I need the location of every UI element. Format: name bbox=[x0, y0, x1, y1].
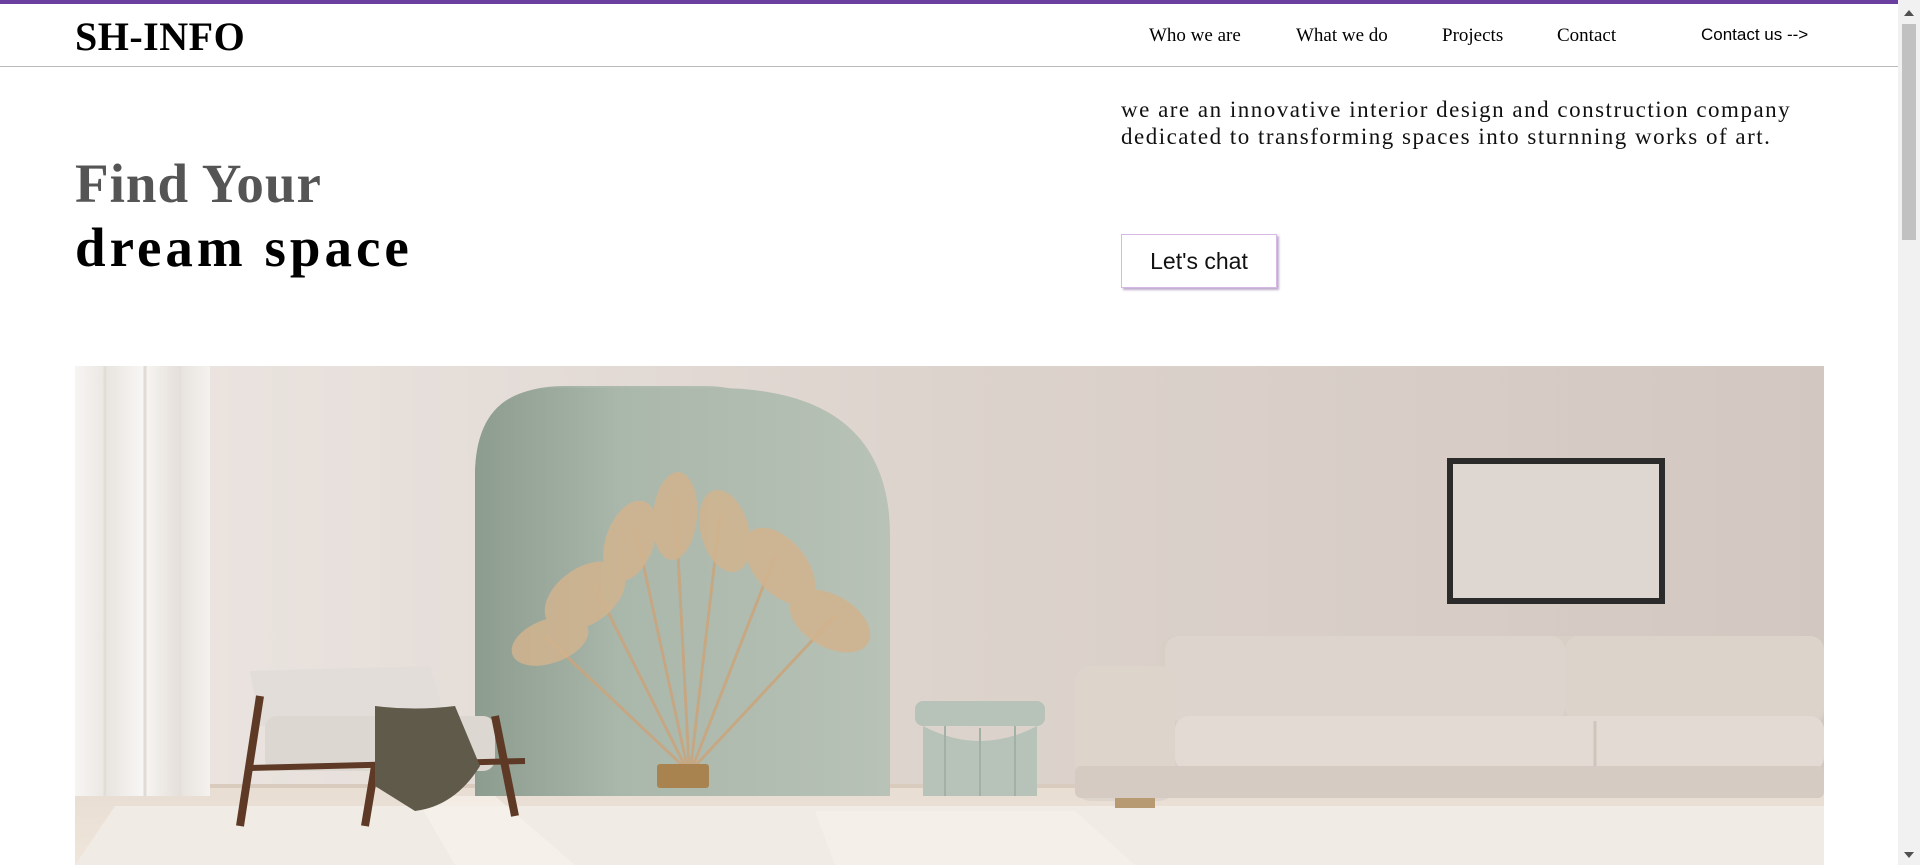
hero-description: we are an innovative interior design and… bbox=[1121, 97, 1792, 149]
nav-contact[interactable]: Contact bbox=[1557, 25, 1616, 47]
scroll-thumb[interactable] bbox=[1902, 24, 1916, 240]
nav-who-we-are[interactable]: Who we are bbox=[1149, 25, 1241, 47]
hero-title-line1: Find Your bbox=[75, 153, 322, 214]
scroll-up-arrow-icon[interactable] bbox=[1904, 10, 1914, 16]
lets-chat-button[interactable]: Let's chat bbox=[1121, 234, 1277, 288]
nav-projects[interactable]: Projects bbox=[1442, 25, 1503, 47]
nav-what-we-do[interactable]: What we do bbox=[1296, 25, 1388, 47]
contact-us-link[interactable]: Contact us --> bbox=[1701, 25, 1808, 45]
hero-living-room-image bbox=[75, 366, 1824, 865]
site-header: SH-INFO Who we are What we do Projects C… bbox=[0, 4, 1898, 67]
scroll-down-arrow-icon[interactable] bbox=[1904, 852, 1914, 858]
page-scrollbar[interactable] bbox=[1898, 0, 1920, 865]
living-room-illustration bbox=[75, 366, 1824, 865]
site-logo[interactable]: SH-INFO bbox=[75, 13, 245, 60]
hero-title-line2: dream space bbox=[75, 217, 413, 278]
